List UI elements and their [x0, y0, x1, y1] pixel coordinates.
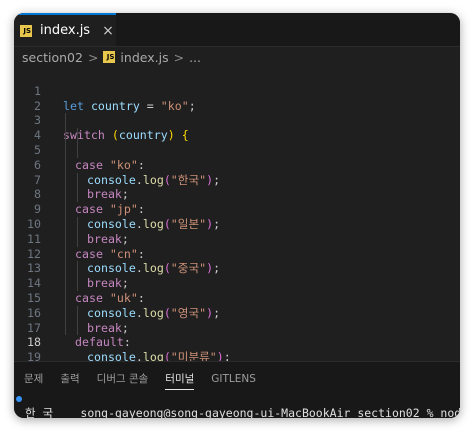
js-file-icon: JS	[103, 51, 116, 63]
breadcrumb-more[interactable]: ...	[189, 50, 201, 65]
panel-tabs: 문제 출력 디버그 콘솔 터미널 GITLENS	[24, 369, 273, 390]
close-icon[interactable]: ×	[102, 24, 114, 38]
code-line[interactable]: 8 console.log("일본");	[14, 172, 460, 231]
terminal[interactable]: song-gayeong@song-gayeong-ui-MacBookAir …	[14, 392, 460, 418]
tab-gitlens[interactable]: GITLENS	[211, 369, 256, 389]
tab-output[interactable]: 출력	[60, 369, 79, 389]
code-line[interactable]: 14 console.log("영국");	[14, 261, 460, 320]
code-line[interactable]: 3 switch (country) {	[14, 99, 460, 142]
editor-window: JS index.js × section02 > JS index.js > …	[14, 13, 460, 418]
breadcrumb-separator: >	[173, 49, 185, 65]
bottom-panel: 문제 출력 디버그 콘솔 터미널 GITLENS song-gayeong@so…	[14, 361, 460, 418]
breadcrumb-separator: >	[87, 49, 99, 65]
breadcrumb-folder[interactable]: section02	[22, 50, 83, 65]
breadcrumb: section02 > JS index.js > ...	[22, 47, 201, 67]
code-line[interactable]: 13 case "uk":	[14, 246, 460, 305]
code-line[interactable]: 16 default:	[14, 290, 460, 349]
tab-terminal[interactable]: 터미널	[165, 369, 195, 390]
terminal-output-line: 한 국	[25, 406, 54, 418]
tab-problems[interactable]: 문제	[24, 369, 43, 389]
breadcrumb-file[interactable]: index.js	[120, 50, 168, 65]
code-line[interactable]: 1 let country = "ko";	[14, 69, 460, 113]
code-line[interactable]: 6 break;	[14, 142, 460, 201]
code-line[interactable]: 11 console.log("중국");	[14, 216, 460, 275]
code-line[interactable]: 19 }	[14, 335, 460, 379]
code-line[interactable]: 4 case "ko":	[14, 113, 460, 172]
js-file-icon: JS	[20, 24, 32, 37]
code-editor[interactable]: 1 let country = "ko"; 2 3 switch (countr…	[14, 69, 460, 379]
code-line[interactable]: 9 break;	[14, 187, 460, 246]
command-status-dot-icon	[16, 396, 22, 402]
code-line-active[interactable]: 18 break;	[14, 320, 460, 379]
code-line[interactable]: 2	[14, 84, 460, 113]
code-line[interactable]: 10 case "cn":	[14, 202, 460, 261]
tab-index-js[interactable]: JS index.js ×	[14, 13, 116, 46]
tab-label: index.js	[40, 23, 91, 38]
code-line[interactable]: 12 break;	[14, 231, 460, 290]
code-line[interactable]: 15 break;	[14, 276, 460, 335]
code-line[interactable]: 7 case "jp":	[14, 157, 460, 216]
tab-debug-console[interactable]: 디버그 콘솔	[97, 369, 149, 389]
code-line[interactable]: 5 console.log("한국");	[14, 128, 460, 187]
code-line[interactable]: 17 console.log("미분류");	[14, 305, 460, 364]
tab-bar: JS index.js ×	[14, 13, 460, 47]
terminal-command-line: song-gayeong@song-gayeong-ui-MacBookAir …	[14, 392, 460, 418]
